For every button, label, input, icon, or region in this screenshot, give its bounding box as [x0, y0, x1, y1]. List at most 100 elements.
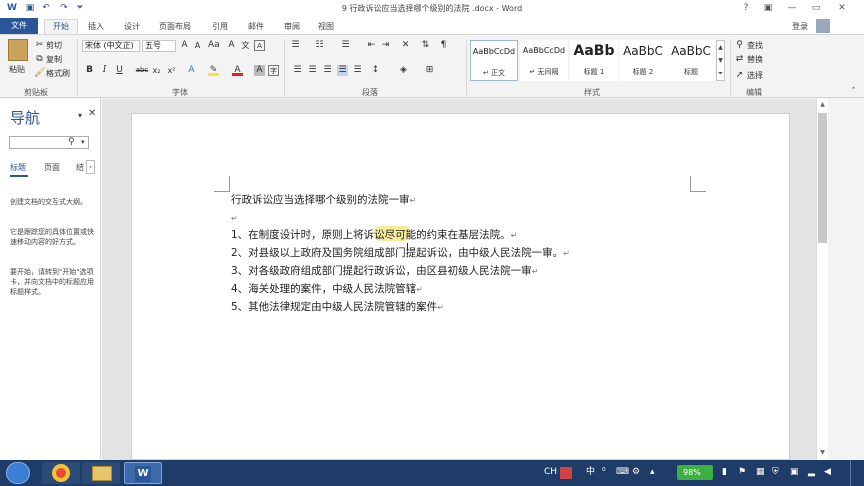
- character-border-icon[interactable]: A: [254, 40, 265, 51]
- format-painter-icon[interactable]: 🖌: [34, 68, 45, 79]
- style-normal[interactable]: AaBbCcDd ↵ 正文: [470, 40, 518, 81]
- scissors-icon[interactable]: ✂: [34, 40, 45, 51]
- tab-mailings[interactable]: 邮件: [242, 20, 270, 33]
- format-painter-button[interactable]: 格式刷: [46, 69, 70, 79]
- align-right-icon[interactable]: ☰: [322, 65, 333, 76]
- tab-page-layout[interactable]: 页面布局: [155, 20, 195, 33]
- ime-indicator[interactable]: CH: [544, 465, 557, 479]
- font-name-combo[interactable]: 宋体 (中文正): [82, 40, 140, 52]
- ime-toolbar-icon[interactable]: [560, 467, 572, 479]
- align-left-icon[interactable]: ☰: [292, 65, 303, 76]
- tray-expand-icon[interactable]: ▴: [650, 465, 655, 479]
- select-button[interactable]: 选择: [747, 71, 763, 81]
- highlight-color-icon[interactable]: ✎: [208, 65, 219, 76]
- font-color-icon[interactable]: A: [232, 65, 243, 76]
- nav-tab-pages[interactable]: 页面: [44, 162, 60, 173]
- doc-line-5[interactable]: 5、其他法律规定由中级人民法院管辖的案件↵: [231, 301, 444, 314]
- nav-options-icon[interactable]: ▾: [78, 111, 82, 120]
- replace-icon[interactable]: ⇄: [734, 54, 745, 65]
- copy-icon[interactable]: ⧉: [34, 54, 45, 65]
- grow-font-icon[interactable]: A: [179, 40, 190, 51]
- user-avatar[interactable]: [816, 19, 830, 33]
- tab-home[interactable]: 开始: [44, 19, 78, 34]
- wifi-icon[interactable]: ▂: [808, 465, 815, 479]
- display-icon[interactable]: ▣: [790, 465, 799, 479]
- paste-icon[interactable]: [8, 39, 28, 61]
- multilevel-list-icon[interactable]: ☰: [340, 40, 351, 51]
- doc-line-2[interactable]: 2、对县级以上政府及国务院组成部门提起诉讼，由中级人民法院一审。↵: [231, 247, 570, 260]
- show-marks-icon[interactable]: ¶: [438, 40, 449, 51]
- nav-search-icon[interactable]: ⚲: [68, 137, 75, 147]
- ribbon-display-button[interactable]: ▣: [760, 2, 776, 14]
- ime-language-icon[interactable]: 中: [586, 465, 595, 479]
- memory-icon[interactable]: ▮: [722, 465, 727, 479]
- minimize-button[interactable]: —: [784, 2, 800, 14]
- tab-file[interactable]: 文件: [0, 18, 38, 34]
- clear-formatting-icon[interactable]: A: [226, 40, 237, 51]
- underline-button[interactable]: U: [114, 65, 125, 76]
- phonetic-guide-icon[interactable]: 文: [240, 40, 251, 51]
- punctuation-icon[interactable]: ⁰: [602, 465, 606, 479]
- nav-search-input[interactable]: [9, 136, 89, 149]
- doc-empty-line[interactable]: ↵: [231, 212, 238, 225]
- nav-tabs-scroll-icon[interactable]: ›: [86, 160, 95, 174]
- decrease-indent-icon[interactable]: ⇤: [366, 40, 377, 51]
- sign-in-link[interactable]: 登录: [786, 20, 814, 33]
- italic-button[interactable]: I: [99, 65, 110, 76]
- align-center-icon[interactable]: ☰: [307, 65, 318, 76]
- replace-button[interactable]: 替换: [747, 55, 763, 65]
- network-icon[interactable]: ▦: [756, 465, 765, 479]
- numbering-icon[interactable]: ☷: [314, 40, 325, 51]
- find-icon[interactable]: ⚲: [734, 40, 745, 51]
- paste-button[interactable]: 粘贴: [9, 65, 25, 75]
- enclose-characters-icon[interactable]: 字: [268, 65, 279, 76]
- start-button[interactable]: [6, 462, 30, 484]
- superscript-button[interactable]: x²: [166, 65, 177, 76]
- show-desktop-button[interactable]: [850, 460, 864, 486]
- character-shading-icon[interactable]: A: [254, 65, 265, 76]
- justify-icon[interactable]: ☰: [337, 65, 348, 76]
- chevron-down-icon[interactable]: ▾: [81, 138, 85, 146]
- increase-indent-icon[interactable]: ⇥: [380, 40, 391, 51]
- text-effects-icon[interactable]: A: [186, 65, 197, 76]
- doc-title[interactable]: 行政诉讼应当选择哪个级别的法院一审↵: [231, 194, 416, 207]
- select-icon[interactable]: ➚: [734, 70, 745, 81]
- help-button[interactable]: ?: [738, 2, 754, 14]
- explorer-taskbar-button[interactable]: [82, 462, 120, 484]
- doc-line-4[interactable]: 4、海关处理的案件，中级人民法院管辖↵: [231, 283, 423, 296]
- flag-icon[interactable]: ⚑: [738, 465, 746, 479]
- style-heading-1[interactable]: AaBb 标题 1: [570, 40, 618, 81]
- nav-tab-results[interactable]: 结: [76, 162, 84, 173]
- change-case-icon[interactable]: Aa: [208, 40, 220, 51]
- word-taskbar-button[interactable]: W: [124, 462, 162, 484]
- softkeyboard-icon[interactable]: ⌨: [616, 465, 629, 479]
- distributed-icon[interactable]: ☰: [352, 65, 363, 76]
- doc-line-1[interactable]: 1、在制度设计时，原则上将诉讼尽可能的约束在基层法院。↵: [231, 229, 517, 242]
- sort-icon[interactable]: ⇅: [420, 40, 431, 51]
- subscript-button[interactable]: x₂: [151, 65, 162, 76]
- cut-button[interactable]: 剪切: [46, 41, 62, 51]
- font-size-combo[interactable]: 五号: [142, 40, 176, 52]
- copy-button[interactable]: 复制: [46, 55, 62, 65]
- chinese-layout-icon[interactable]: ✕: [400, 40, 411, 51]
- line-spacing-icon[interactable]: ↕: [370, 65, 381, 76]
- tab-insert[interactable]: 插入: [82, 20, 110, 33]
- style-heading-2[interactable]: AaBbC 标题 2: [619, 40, 667, 81]
- strikethrough-button[interactable]: abc: [134, 65, 150, 76]
- doc-line-3[interactable]: 3、对各级政府组成部门提起行政诉讼，由区县初级人民法院一审↵: [231, 265, 538, 278]
- nav-close-icon[interactable]: ✕: [88, 108, 96, 119]
- collapse-ribbon-icon[interactable]: ⌃: [848, 85, 859, 96]
- volume-icon[interactable]: ◀: [824, 465, 831, 479]
- bold-button[interactable]: B: [84, 65, 95, 76]
- borders-icon[interactable]: ⊞: [424, 65, 435, 76]
- restore-button[interactable]: ▭: [808, 2, 824, 14]
- shrink-font-icon[interactable]: A: [192, 40, 203, 51]
- ime-settings-icon[interactable]: ⚙: [632, 465, 640, 479]
- document-page[interactable]: 行政诉讼应当选择哪个级别的法院一审↵ ↵ 1、在制度设计时，原则上将诉讼尽可能的…: [131, 113, 790, 460]
- bullets-icon[interactable]: ☰: [290, 40, 301, 51]
- shading-icon[interactable]: ◈: [398, 65, 409, 76]
- styles-scroll[interactable]: ▲ ▼ ⏷: [716, 40, 725, 81]
- style-title[interactable]: AaBbC 标题: [667, 40, 715, 81]
- security-shield-icon[interactable]: ⛨: [772, 465, 779, 479]
- tab-references[interactable]: 引用: [206, 20, 234, 33]
